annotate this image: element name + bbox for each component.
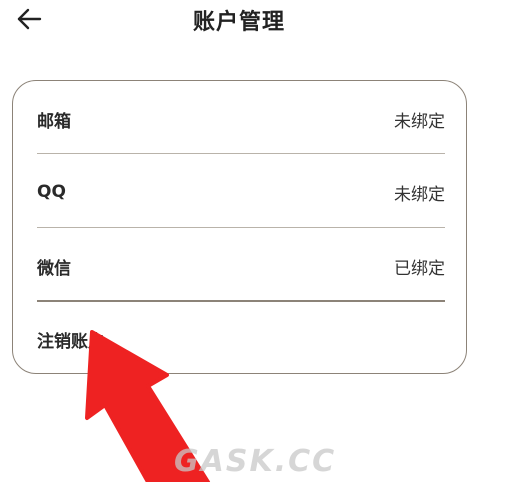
account-card: 邮箱 未绑定 QQ 未绑定 微信 已绑定 注销账户 — [12, 80, 467, 374]
watermark: GASK.CC — [174, 444, 337, 479]
wechat-row[interactable]: 微信 已绑定 — [37, 246, 445, 286]
divider — [37, 227, 445, 228]
qq-status: 未绑定 — [394, 184, 445, 205]
qq-row[interactable]: QQ 未绑定 — [37, 172, 445, 212]
divider — [37, 300, 445, 302]
header-bar: 账户管理 — [0, 0, 507, 40]
wechat-status: 已绑定 — [394, 258, 445, 279]
page-title: 账户管理 — [192, 10, 285, 35]
divider — [37, 153, 445, 154]
delete-account-label: 注销账户 — [37, 331, 105, 352]
email-label: 邮箱 — [37, 111, 71, 132]
qq-label: QQ — [37, 182, 66, 202]
email-status: 未绑定 — [394, 111, 445, 132]
delete-account-row[interactable]: 注销账户 — [37, 319, 445, 359]
wechat-label: 微信 — [37, 258, 71, 279]
email-row[interactable]: 邮箱 未绑定 — [37, 99, 445, 139]
